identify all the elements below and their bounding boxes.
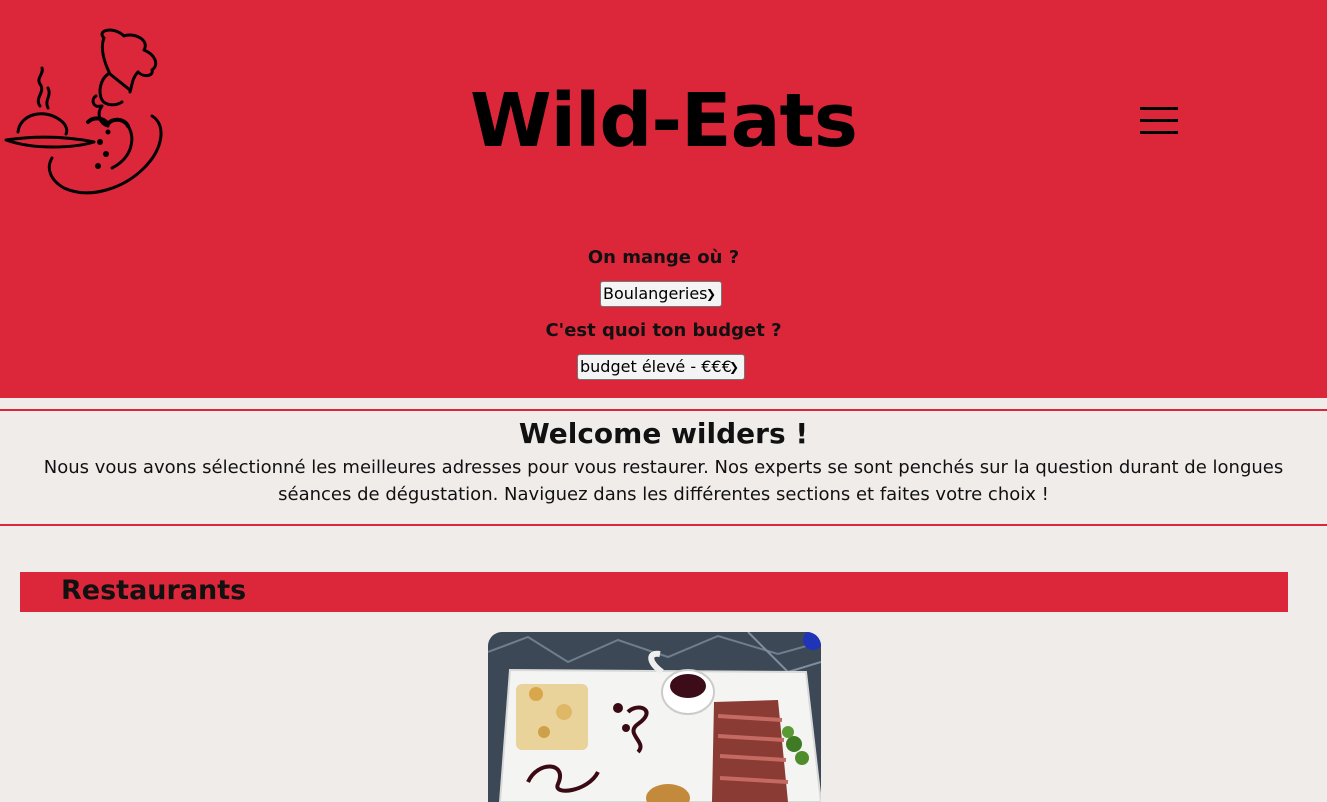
budget-select[interactable]: budget élevé - €€€ ❯: [577, 354, 745, 380]
hamburger-line: [1140, 119, 1178, 122]
section-title[interactable]: Restaurants: [61, 575, 246, 606]
site-header: Wild-Eats On mange où ? Boulangeries ❯ C…: [0, 0, 1327, 398]
hamburger-menu-icon[interactable]: [1138, 106, 1180, 136]
steak-dish-photo[interactable]: [488, 632, 821, 802]
budget-label: C'est quoi ton budget ?: [545, 320, 782, 341]
restaurants-section-header: Restaurants: [20, 572, 1288, 612]
welcome-section: Welcome wilders ! Nous vous avons sélect…: [0, 409, 1327, 526]
hamburger-line: [1140, 131, 1178, 134]
where-label: On mange où ?: [587, 247, 740, 268]
where-select-value: Boulangeries: [603, 284, 708, 303]
budget-select-value: budget élevé - €€€: [580, 357, 732, 376]
chevron-down-icon: ❯: [728, 360, 739, 374]
welcome-title: Welcome wilders !: [518, 417, 809, 450]
site-title: Wild-Eats: [470, 78, 858, 164]
where-select[interactable]: Boulangeries ❯: [600, 281, 722, 307]
chevron-down-icon: ❯: [705, 287, 716, 301]
welcome-text: Nous vous avons sélectionné les meilleur…: [43, 457, 1284, 505]
hamburger-line: [1140, 107, 1178, 110]
